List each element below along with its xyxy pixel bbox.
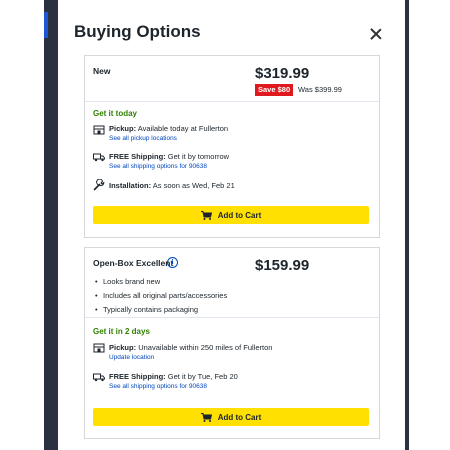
pickup-text: Available today at Fullerton <box>137 124 229 133</box>
add-to-cart-button-new[interactable]: Add to Cart <box>93 206 369 224</box>
pickup-row: Pickup: Unavailable within 250 miles of … <box>109 343 272 352</box>
installation-text: As soon as Wed, Feb 21 <box>152 181 235 190</box>
store-pickup-icon <box>93 125 105 135</box>
shipping-label: FREE Shipping: <box>109 372 166 381</box>
new-price: $319.99 <box>255 65 310 82</box>
shipping-row: FREE Shipping: Get it by Tue, Feb 20 <box>109 372 238 381</box>
pickup-row: Pickup: Available today at Fullerton <box>109 124 228 133</box>
buying-options-modal: Buying Options New $319.99 Save $80 Was … <box>58 0 405 450</box>
truck-icon <box>93 153 105 162</box>
background-page-right <box>405 0 409 450</box>
availability-heading: Get it today <box>93 109 138 118</box>
option-label-open-box: Open-Box Excellent <box>93 258 174 268</box>
close-icon[interactable] <box>368 26 384 42</box>
open-box-option-card: Open-Box Excellent i $159.99 Looks brand… <box>84 247 380 439</box>
pickup-label: Pickup: <box>109 124 137 133</box>
shipping-text: Get it by tomorrow <box>167 152 230 161</box>
new-option-card: New $319.99 Save $80 Was $399.99 Get it … <box>84 55 380 238</box>
installation-row: Installation: As soon as Wed, Feb 21 <box>109 181 235 190</box>
divider <box>85 317 379 318</box>
list-item: Includes all original parts/accessories <box>95 289 227 303</box>
background-page-left <box>44 0 58 450</box>
open-box-price: $159.99 <box>255 257 310 274</box>
shipping-text: Get it by Tue, Feb 20 <box>167 372 238 381</box>
condition-list: Looks brand new Includes all original pa… <box>95 275 227 317</box>
modal-title: Buying Options <box>74 22 201 41</box>
add-to-cart-label: Add to Cart <box>217 412 262 422</box>
save-badge: Save $80 <box>255 84 294 96</box>
add-to-cart-button-open-box[interactable]: Add to Cart <box>93 408 369 426</box>
was-price: Was $399.99 <box>298 85 342 94</box>
background-page-tab <box>44 12 48 38</box>
see-pickup-locations-link[interactable]: See all pickup locations <box>109 135 177 142</box>
info-icon[interactable]: i <box>167 257 178 268</box>
option-label-new: New <box>93 66 111 76</box>
see-shipping-options-link[interactable]: See all shipping options for 90638 <box>109 163 207 170</box>
cart-icon <box>200 412 212 422</box>
add-to-cart-label: Add to Cart <box>217 210 262 220</box>
divider <box>85 101 379 102</box>
availability-heading: Get it in 2 days <box>93 327 150 336</box>
shipping-row: FREE Shipping: Get it by tomorrow <box>109 152 229 161</box>
pickup-text: Unavailable within 250 miles of Fullerto… <box>138 343 273 352</box>
shipping-label: FREE Shipping: <box>109 152 166 161</box>
installation-label: Installation: <box>109 181 152 190</box>
cart-icon <box>200 210 212 220</box>
wrench-icon <box>93 179 105 191</box>
store-pickup-icon <box>93 343 105 353</box>
pickup-label: Pickup: <box>109 343 137 352</box>
list-item: Typically contains packaging <box>95 303 227 317</box>
truck-icon <box>93 373 105 382</box>
list-item: Looks brand new <box>95 275 227 289</box>
update-location-link[interactable]: Update location <box>109 354 154 361</box>
see-shipping-options-link[interactable]: See all shipping options for 90638 <box>109 383 207 390</box>
